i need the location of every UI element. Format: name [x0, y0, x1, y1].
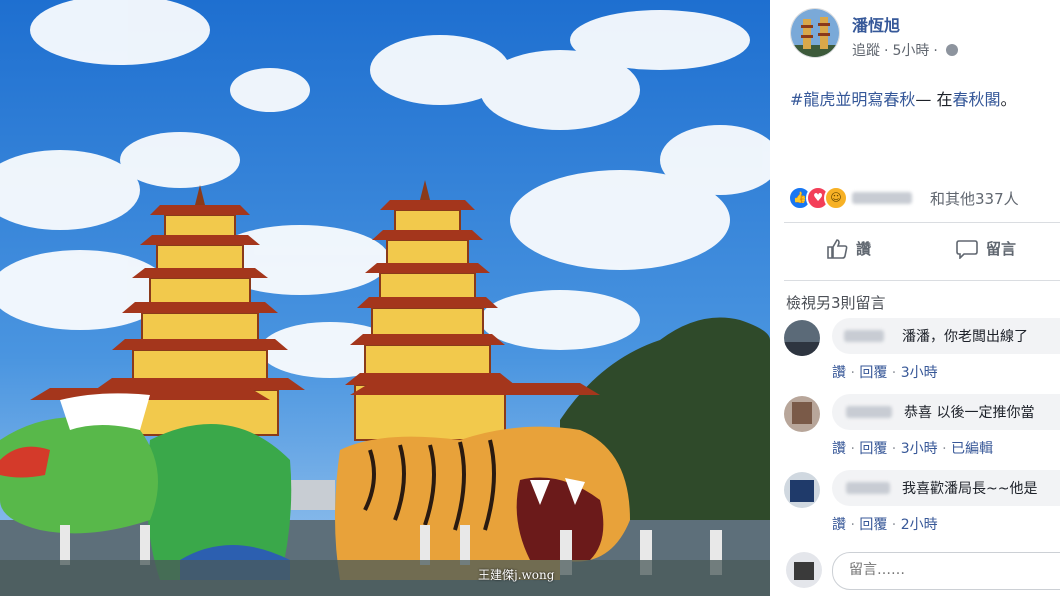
comment-like-link[interactable]: 讚: [832, 441, 846, 457]
comment-item: 恭喜 以後一定推你當 讚 · 回覆 · 3小時 · 已編輯: [784, 394, 1060, 464]
blurred-commenter-name[interactable]: [846, 482, 890, 494]
like-button[interactable]: 讚: [826, 238, 871, 259]
current-user-avatar: [786, 552, 822, 588]
author-name[interactable]: 潘恆旭: [852, 12, 900, 36]
follow-link[interactable]: 追蹤: [852, 43, 880, 59]
hashtag-link[interactable]: #龍虎並明寫春秋: [790, 90, 915, 109]
view-more-comments-link[interactable]: 檢視另3則留言: [786, 292, 886, 313]
comment-reply-link[interactable]: 回覆: [859, 441, 887, 457]
comment-item: 潘潘，你老闆出線了 讚 · 回覆 · 3小時: [784, 318, 1060, 388]
comment-meta: 讚 · 回覆 · 3小時: [832, 365, 938, 381]
pagoda-scene-image: [0, 0, 770, 596]
reactions-bar[interactable]: 👍 ♥ ☺ 和其他337人 1: [788, 184, 1060, 210]
blurred-names: [852, 192, 912, 204]
like-label: 讚: [856, 240, 872, 258]
divider: [784, 222, 1060, 223]
author-avatar[interactable]: [790, 8, 840, 58]
comment-edited-label[interactable]: 已編輯: [951, 441, 993, 457]
write-comment-box[interactable]: [832, 552, 1060, 590]
comment-reply-link[interactable]: 回覆: [859, 365, 887, 381]
comment-time[interactable]: 3小時: [901, 441, 938, 457]
comment-reply-link[interactable]: 回覆: [859, 517, 887, 533]
comment-text: 潘潘，你老闆出線了: [902, 329, 1028, 345]
comment-time[interactable]: 3小時: [901, 365, 938, 381]
blurred-commenter-name[interactable]: [844, 330, 884, 342]
comment-like-link[interactable]: 讚: [832, 517, 846, 533]
write-comment-input[interactable]: [847, 561, 1060, 579]
globe-icon: [945, 44, 958, 56]
comment-time[interactable]: 2小時: [901, 517, 938, 533]
post-meta: 追蹤 · 5小時 ·: [852, 40, 958, 60]
divider: [784, 280, 1060, 281]
post-photo[interactable]: 王建傑j.wong: [0, 0, 770, 596]
post-text-mid: — 在: [915, 90, 953, 109]
comment-like-link[interactable]: 讚: [832, 365, 846, 381]
comment-meta: 讚 · 回覆 · 3小時 · 已編輯: [832, 441, 993, 457]
comment-meta: 讚 · 回覆 · 2小時: [832, 517, 938, 533]
post-panel: 潘恆旭 追蹤 · 5小時 · #龍虎並明寫春秋— 在春秋閣。 👍 ♥ ☺ 和其他337…: [770, 0, 1060, 596]
comment-label: 留言: [986, 240, 1017, 258]
blurred-commenter-name[interactable]: [846, 406, 892, 418]
post-text-end: 。: [1000, 90, 1017, 109]
thumbs-up-icon: [827, 238, 848, 259]
commenter-avatar[interactable]: [784, 472, 820, 508]
post-text: #龍虎並明寫春秋— 在春秋閣。: [790, 86, 1017, 110]
post-timestamp[interactable]: 5小時: [892, 43, 929, 59]
reaction-summary[interactable]: 和其他337人: [930, 188, 1019, 209]
comment-button[interactable]: 留言: [956, 238, 1016, 259]
comment-icon: [956, 239, 978, 259]
comment-text: 恭喜 以後一定推你當: [904, 405, 1035, 421]
commenter-avatar[interactable]: [784, 320, 820, 356]
comment-item: 我喜歡潘局長~~他是 讚 · 回覆 · 2小時: [784, 470, 1060, 540]
place-link[interactable]: 春秋閣: [953, 90, 1001, 109]
comment-text: 我喜歡潘局長~~他是: [902, 481, 1038, 497]
photo-watermark: 王建傑j.wong: [478, 568, 555, 582]
commenter-avatar[interactable]: [784, 396, 820, 432]
haha-reaction-icon: ☺: [824, 186, 848, 210]
